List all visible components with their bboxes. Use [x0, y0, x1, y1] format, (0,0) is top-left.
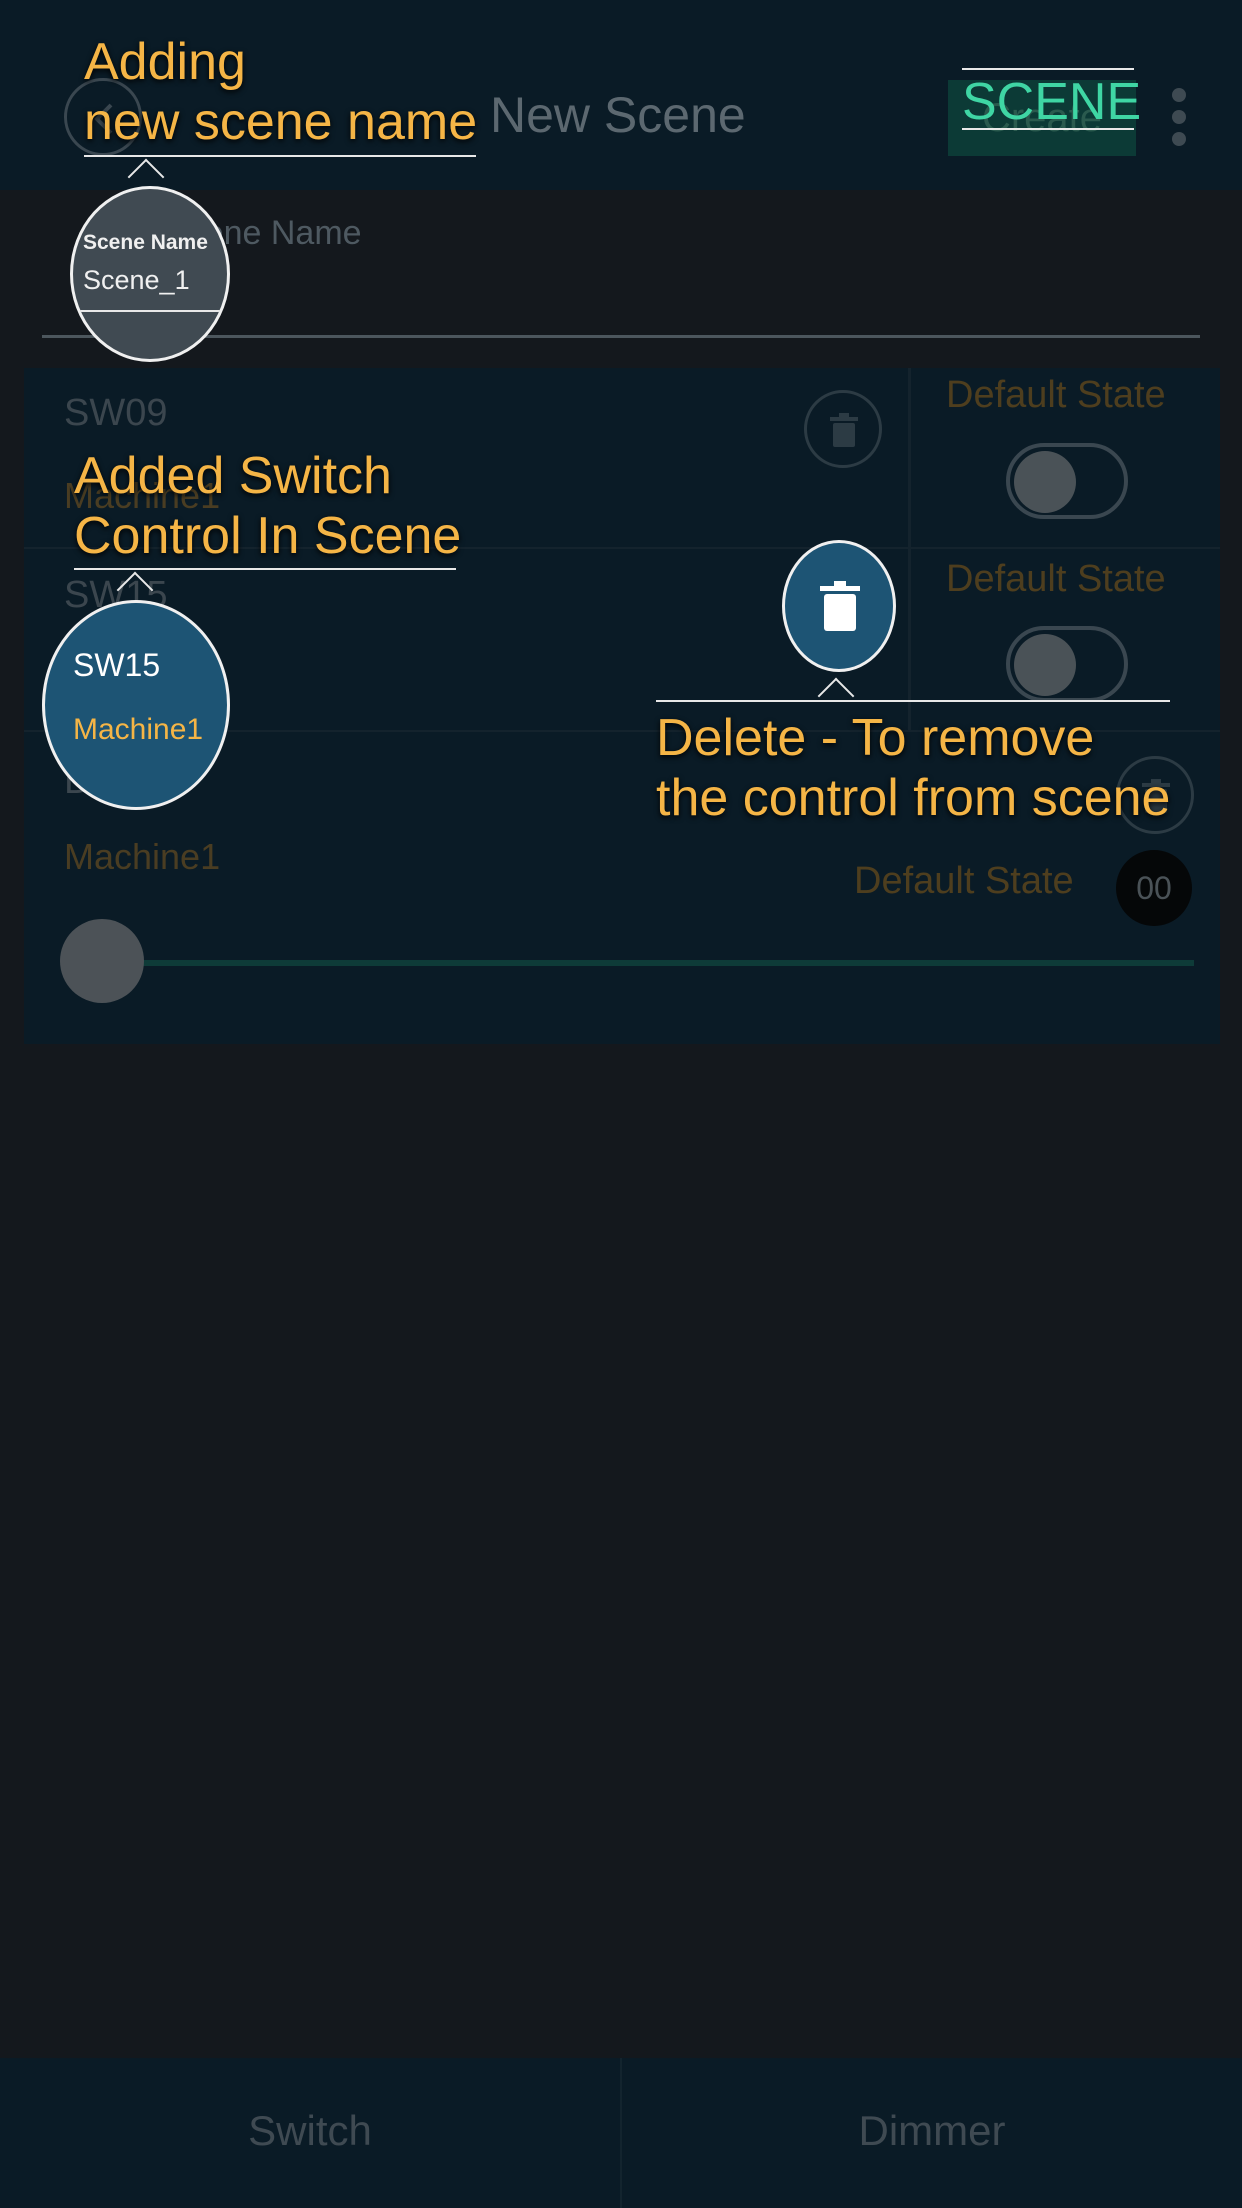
delete-bubble [782, 540, 896, 672]
bubble-underline [73, 310, 227, 312]
column-divider [908, 368, 911, 730]
toggle-knob [1014, 634, 1076, 696]
switch-control-bubble: SW15 Machine1 [42, 600, 230, 810]
bubble-switch-id: SW15 [73, 647, 161, 683]
tip-scene-name-line1: Adding [84, 33, 246, 91]
scene-tag-line [962, 68, 1134, 70]
tip-underline [656, 700, 1170, 702]
dimmer-slider-handle[interactable] [60, 919, 144, 1003]
scene-tag-line [962, 128, 1134, 130]
delete-control-button[interactable] [804, 390, 882, 468]
tab-switch[interactable]: Switch [0, 2107, 620, 2155]
tip-switch-line2: Control In Scene [74, 507, 462, 565]
bubble-scene-name-value: Scene_1 [83, 265, 190, 295]
tip-delete-line1: Delete - To remove [656, 709, 1095, 767]
tip-scene-name-line2: new scene name [84, 93, 478, 151]
scene-name-input-underline[interactable] [42, 335, 1200, 338]
trash-icon [820, 581, 860, 631]
dimmer-value-badge: 00 [1116, 850, 1192, 926]
default-state-toggle[interactable] [1006, 443, 1128, 519]
more-options-icon[interactable] [1164, 88, 1194, 148]
default-state-toggle[interactable] [1006, 626, 1128, 702]
bubble-scene-name-label: Scene Name [83, 231, 208, 254]
dimmer-slider-track[interactable] [100, 960, 1194, 966]
tip-underline [74, 568, 456, 570]
default-state-label: Default State [854, 860, 1074, 902]
trash-icon [830, 413, 858, 447]
default-state-label: Default State [946, 558, 1166, 600]
tip-underline [84, 155, 476, 157]
scene-name-bubble: Scene Name Scene_1 [70, 186, 230, 362]
tip-delete-line2: the control from scene [656, 769, 1171, 827]
page-title: New Scene [490, 87, 746, 143]
scene-tag: SCENE [962, 73, 1142, 131]
toggle-knob [1014, 451, 1076, 513]
control-id: SW09 [64, 392, 168, 434]
bubble-switch-location: Machine1 [73, 713, 204, 746]
tip-switch-line1: Added Switch [74, 447, 392, 505]
tab-dimmer[interactable]: Dimmer [622, 2107, 1242, 2155]
default-state-label: Default State [946, 374, 1166, 416]
control-location: Machine1 [64, 836, 221, 877]
